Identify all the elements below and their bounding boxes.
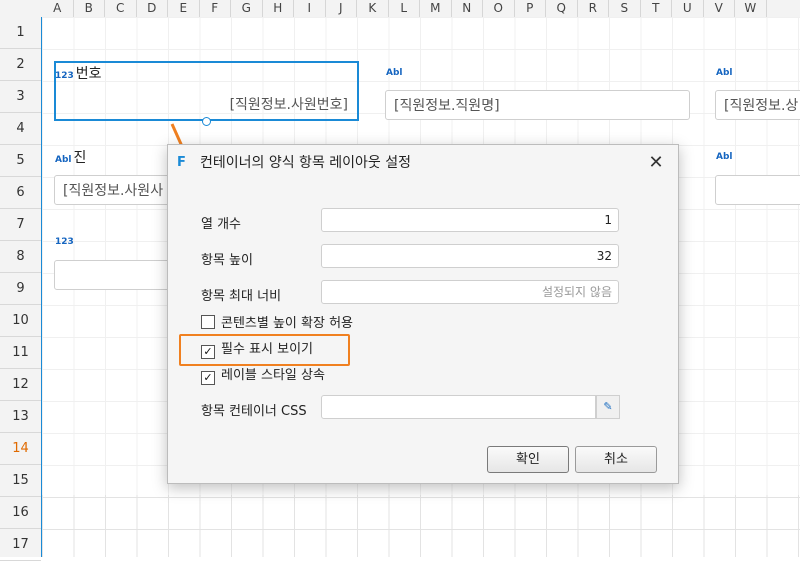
column-count-label: 열 개수 [201, 217, 242, 232]
ok-button[interactable]: 확인 [487, 446, 569, 473]
inherit-label-style-checkbox[interactable]: ✓ 레이블 스타일 상속 [201, 367, 325, 385]
cancel-button[interactable]: 취소 [575, 446, 657, 473]
item-max-width-input[interactable]: 설정되지 않음 [321, 280, 619, 304]
allow-content-height-checkbox[interactable]: 콘텐츠별 높이 확장 허용 [201, 315, 353, 333]
item-height-label: 항목 높이 [201, 253, 253, 268]
css-editor-icon[interactable]: ✎ [596, 395, 620, 419]
item-height-input[interactable]: 32 [321, 244, 619, 268]
column-count-input[interactable]: 1 [321, 208, 619, 232]
checkbox-checked-icon[interactable]: ✓ [201, 371, 215, 385]
app-icon: F [177, 155, 186, 170]
checkbox-unchecked-icon[interactable] [201, 315, 215, 329]
item-container-css-input[interactable] [321, 395, 596, 419]
show-required-checkbox[interactable]: ✓ 필수 표시 보이기 [201, 341, 313, 359]
item-max-width-label: 항목 최대 너비 [201, 289, 282, 304]
checkbox-checked-icon[interactable]: ✓ [201, 345, 215, 359]
dialog-titlebar: F 컨테이너의 양식 항목 레이아웃 설정 [168, 145, 678, 181]
close-icon[interactable]: ✕ [644, 151, 668, 175]
item-container-css-label: 항목 컨테이너 CSS [201, 404, 307, 419]
dialog-title: 컨테이너의 양식 항목 레이아웃 설정 [200, 155, 411, 171]
layout-settings-dialog: F 컨테이너의 양식 항목 레이아웃 설정 ✕ 열 개수 1 항목 높이 32 … [167, 144, 679, 484]
